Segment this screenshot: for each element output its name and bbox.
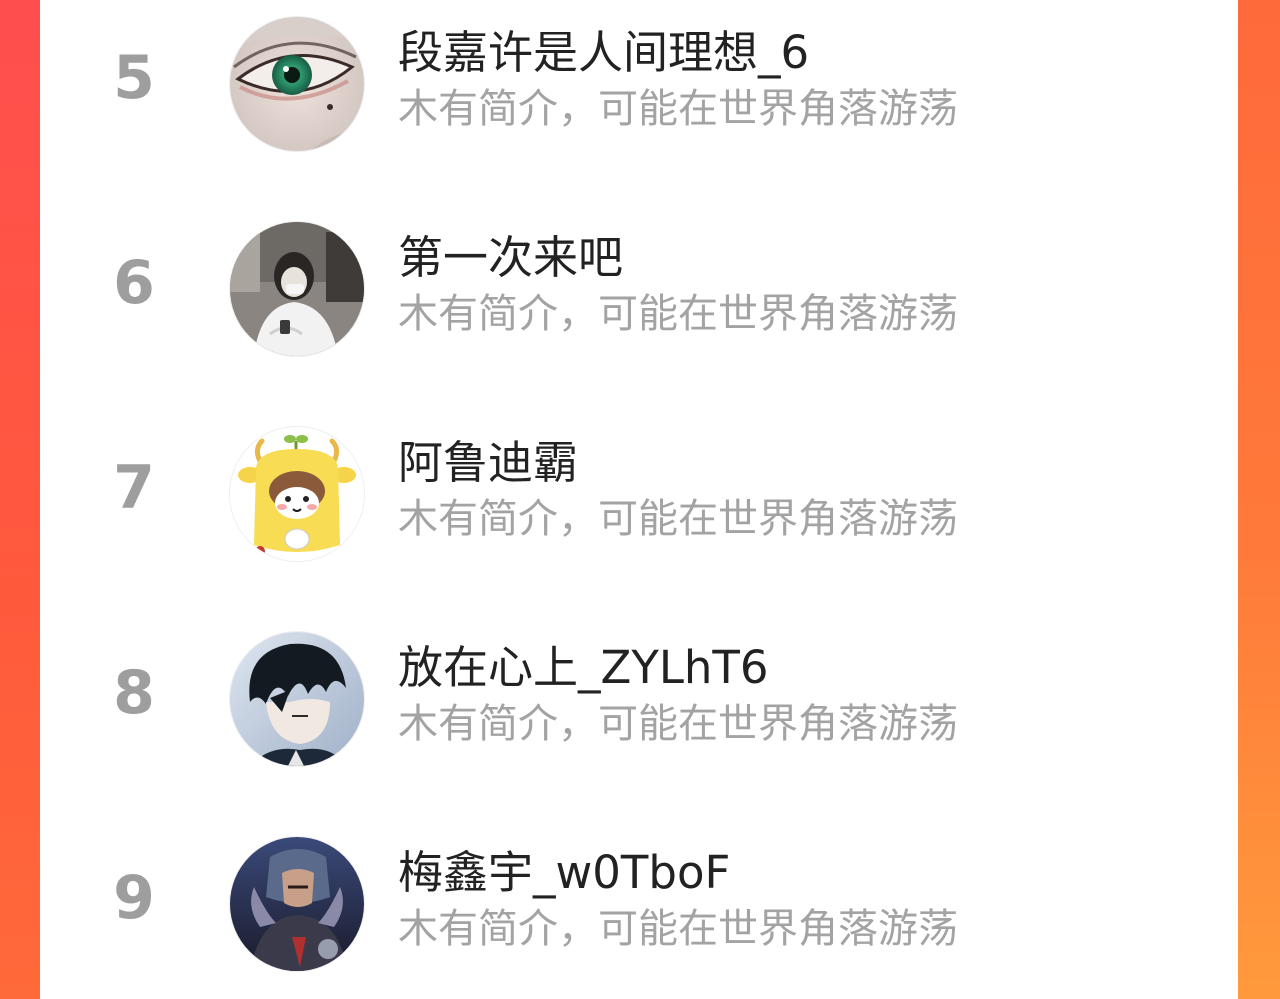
rank-number: 8 xyxy=(113,658,155,728)
user-bio: 木有简介，可能在世界角落游荡 xyxy=(398,701,958,747)
ranking-list-panel: 5 段嘉许是人间理想_6 木有简介，可能在世界角落游荡 6 第一次来吧 木有简介… xyxy=(40,0,1238,999)
rank-number: 9 xyxy=(113,863,155,933)
anime-boy-image xyxy=(230,632,364,766)
user-bio: 木有简介，可能在世界角落游荡 xyxy=(398,86,958,132)
ranking-row[interactable]: 8 放在心上_ZYLhT6 木有简介，可能在世界角落游荡 xyxy=(40,620,1238,780)
user-bio: 木有简介，可能在世界角落游荡 xyxy=(398,496,958,542)
user-name[interactable]: 第一次来吧 xyxy=(398,228,623,288)
user-name[interactable]: 梅鑫宇_w0TboF xyxy=(398,843,730,903)
game-warrior-image xyxy=(230,837,364,971)
eye-portrait-image xyxy=(230,17,364,151)
game-warrior-avatar[interactable] xyxy=(230,837,364,971)
user-bio: 木有简介，可能在世界角落游荡 xyxy=(398,906,958,952)
girl-photo-avatar[interactable] xyxy=(230,222,364,356)
user-name[interactable]: 阿鲁迪霸 xyxy=(398,433,578,493)
girl-photo-image xyxy=(230,222,364,356)
right-background-edge xyxy=(1238,0,1280,999)
ranking-row[interactable]: 5 段嘉许是人间理想_6 木有简介，可能在世界角落游荡 xyxy=(40,5,1238,165)
anime-boy-avatar[interactable] xyxy=(230,632,364,766)
user-bio: 木有简介，可能在世界角落游荡 xyxy=(398,291,958,337)
rank-number: 5 xyxy=(113,43,155,113)
rank-number: 7 xyxy=(113,453,155,523)
user-name[interactable]: 段嘉许是人间理想_6 xyxy=(398,23,809,83)
ranking-row[interactable]: 7 阿鲁迪霸 木有简介，可能在世界角落游荡 xyxy=(40,415,1238,575)
eye-portrait-avatar[interactable] xyxy=(230,17,364,151)
rank-number: 6 xyxy=(113,248,155,318)
cartoon-calf-avatar[interactable] xyxy=(230,427,364,561)
cartoon-calf-image xyxy=(230,427,364,561)
ranking-row[interactable]: 6 第一次来吧 木有简介，可能在世界角落游荡 xyxy=(40,210,1238,370)
left-background-edge xyxy=(0,0,40,999)
ranking-row[interactable]: 9 梅鑫宇_w0TboF 木有简介，可能在世界角落游荡 xyxy=(40,825,1238,985)
user-name[interactable]: 放在心上_ZYLhT6 xyxy=(398,638,769,698)
